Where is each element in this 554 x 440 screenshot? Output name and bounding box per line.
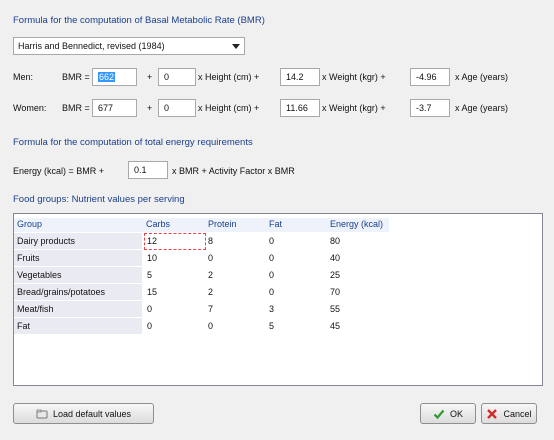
- table-row[interactable]: Meat/fish 0 7 3 55: [14, 301, 389, 317]
- cell-carbs[interactable]: 0: [147, 321, 152, 331]
- men-age-coef-input[interactable]: -4.96: [410, 68, 450, 86]
- cell-energy[interactable]: 55: [330, 304, 340, 314]
- plus-sign: +: [147, 103, 153, 113]
- table-row[interactable]: Bread/grains/potatoes 15 2 0 70: [14, 284, 389, 300]
- cell-group: Vegetables: [17, 270, 62, 280]
- food-section-title: Food groups: Nutrient values per serving: [13, 194, 185, 205]
- cell-protein[interactable]: 8: [208, 236, 213, 246]
- women-weight-coef-input[interactable]: 11.66: [280, 99, 320, 117]
- men-bmr-label: BMR =: [62, 72, 90, 82]
- men-height-text: x Height (cm) +: [198, 72, 260, 82]
- women-age-coef-input[interactable]: -3.7: [410, 99, 450, 117]
- men-weight-coef-input[interactable]: 14.2: [280, 68, 320, 86]
- column-header-protein[interactable]: Protein: [208, 219, 237, 229]
- cell-protein[interactable]: 2: [208, 270, 213, 280]
- cell-group: Bread/grains/potatoes: [17, 287, 106, 297]
- women-label: Women:: [13, 103, 47, 113]
- men-base-value: 662: [98, 72, 116, 82]
- column-header-group[interactable]: Group: [17, 219, 42, 229]
- cell-fat[interactable]: 5: [269, 321, 274, 331]
- cell-fat[interactable]: 0: [269, 253, 274, 263]
- cell-energy[interactable]: 70: [330, 287, 340, 297]
- men-age-text: x Age (years): [455, 72, 509, 82]
- plus-sign: +: [147, 72, 153, 82]
- energy-tail-text: x BMR + Activity Factor x BMR: [172, 166, 295, 176]
- cell-carbs[interactable]: 10: [147, 253, 157, 263]
- energy-factor-input[interactable]: 0.1: [128, 161, 168, 179]
- cell-energy[interactable]: 45: [330, 321, 340, 331]
- men-height-coef-input[interactable]: 0: [158, 68, 196, 86]
- energy-section-title: Formula for the computation of total ene…: [13, 137, 253, 148]
- food-groups-table[interactable]: Group Carbs Protein Fat Energy (kcal) Da…: [13, 213, 543, 386]
- cell-protein[interactable]: 0: [208, 321, 213, 331]
- cell-group: Fat: [17, 321, 31, 331]
- cell-energy[interactable]: 25: [330, 270, 340, 280]
- cell-fat[interactable]: 0: [269, 287, 274, 297]
- bmr-section-title: Formula for the computation of Basal Met…: [13, 15, 265, 26]
- cell-fat[interactable]: 3: [269, 304, 274, 314]
- women-weight-text: x Weight (kgr) +: [322, 103, 386, 113]
- table-row[interactable]: Vegetables 5 2 0 25: [14, 267, 389, 283]
- ok-label: OK: [449, 408, 463, 419]
- women-height-coef-input[interactable]: 0: [158, 99, 196, 117]
- cell-fat[interactable]: 0: [269, 270, 274, 280]
- cell-carbs[interactable]: 0: [147, 304, 152, 314]
- chevron-down-icon: [232, 44, 240, 49]
- cancel-label: Cancel: [503, 408, 532, 419]
- cell-carbs[interactable]: 15: [147, 287, 157, 297]
- men-weight-text: x Weight (kgr) +: [322, 72, 386, 82]
- bmr-formula-value: Harris and Bennedict, revised (1984): [18, 41, 165, 51]
- cell-carbs-editing[interactable]: 12: [144, 233, 206, 250]
- women-age-text: x Age (years): [455, 103, 509, 113]
- cell-fat[interactable]: 0: [269, 236, 274, 246]
- cell-carbs[interactable]: 5: [147, 270, 152, 280]
- load-default-label: Load default values: [52, 408, 132, 419]
- women-bmr-label: BMR =: [62, 103, 90, 113]
- folder-icon: [36, 408, 48, 420]
- men-label: Men:: [13, 72, 34, 82]
- column-header-energy[interactable]: Energy (kcal): [330, 219, 383, 229]
- bmr-formula-select[interactable]: Harris and Bennedict, revised (1984): [13, 37, 245, 55]
- cell-protein[interactable]: 2: [208, 287, 213, 297]
- column-header-fat[interactable]: Fat: [269, 219, 282, 229]
- cell-group: Fruits: [17, 253, 40, 263]
- cell-protein[interactable]: 0: [208, 253, 213, 263]
- men-base-input[interactable]: 662: [92, 68, 137, 86]
- women-height-text: x Height (cm) +: [198, 103, 260, 113]
- table-row[interactable]: Dairy products 12 8 0 80: [14, 233, 389, 250]
- cancel-button[interactable]: Cancel: [481, 403, 537, 424]
- energy-lead-text: Energy (kcal) = BMR +: [13, 166, 105, 176]
- cell-group: Meat/fish: [17, 304, 54, 314]
- checkmark-icon: [433, 408, 445, 420]
- cell-energy[interactable]: 40: [330, 253, 340, 263]
- column-header-carbs[interactable]: Carbs: [146, 219, 170, 229]
- cell-protein[interactable]: 7: [208, 304, 213, 314]
- ok-button[interactable]: OK: [420, 403, 476, 424]
- table-row[interactable]: Fruits 10 0 0 40: [14, 250, 389, 266]
- cell-group: Dairy products: [17, 236, 76, 246]
- load-default-values-button[interactable]: Load default values: [13, 403, 154, 424]
- women-base-input[interactable]: 677: [92, 99, 137, 117]
- table-row[interactable]: Fat 0 0 5 45: [14, 318, 389, 334]
- close-icon: [486, 408, 498, 420]
- cell-energy[interactable]: 80: [330, 236, 340, 246]
